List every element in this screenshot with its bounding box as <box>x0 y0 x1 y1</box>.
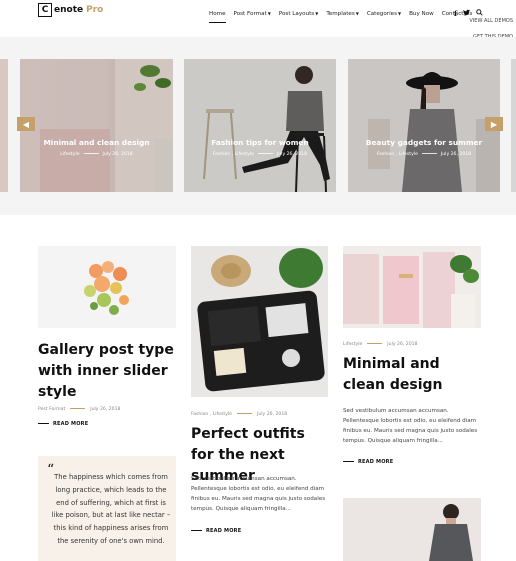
logo-mark: C <box>38 3 52 17</box>
read-more-link[interactable]: READ MORE <box>38 421 88 427</box>
slide-partial-left[interactable] <box>0 59 8 192</box>
read-more-link[interactable]: READ MORE <box>343 459 393 465</box>
slide-title[interactable]: Fashion tips for women <box>184 138 336 147</box>
logo-name: enote <box>54 5 84 15</box>
nav-post-format[interactable]: Post Format▼ <box>234 11 271 17</box>
logo-pro: Pro <box>86 5 104 15</box>
view-all-demos-link[interactable]: VIEW ALL DEMOS <box>466 16 516 26</box>
chevron-down-icon: ▼ <box>355 11 359 16</box>
slide-title[interactable]: Minimal and clean design <box>20 138 173 147</box>
nav-buy-now[interactable]: Buy Now <box>409 11 434 17</box>
post-thumbnail[interactable] <box>191 246 328 397</box>
chevron-down-icon: ▼ <box>267 11 271 16</box>
post-excerpt: Sed vestibulum accumsan accumsan. Pellen… <box>191 476 326 512</box>
post-meta: Lifestyle July 26, 2018 <box>343 342 418 347</box>
slide-meta: Lifestyle July 26, 2018 <box>60 152 133 157</box>
read-more-link[interactable]: READ MORE <box>191 528 241 534</box>
chevron-down-icon: ▼ <box>315 11 319 16</box>
post-title[interactable]: Minimal and clean design <box>343 354 483 396</box>
post-meta: Fashion , Lifestyle July 26, 2018 <box>191 412 288 417</box>
arrow-right-icon[interactable]: ▶ <box>485 117 503 131</box>
slide-card[interactable]: Minimal and clean design Lifestyle July 2… <box>20 59 173 192</box>
notebook-image <box>343 246 481 328</box>
citrus-image <box>38 246 176 328</box>
suitcase-image <box>191 246 328 397</box>
nav-home[interactable]: Home <box>209 11 226 23</box>
woman-image <box>343 498 481 561</box>
slide-overlay <box>20 59 173 192</box>
nav-categories[interactable]: Categories▼ <box>367 11 401 17</box>
site-logo[interactable]: C enote Pro <box>38 3 103 17</box>
slide-overlay <box>348 59 500 192</box>
chevron-down-icon: ▼ <box>397 11 402 16</box>
nav-post-layouts[interactable]: Post Layouts▼ <box>279 11 319 17</box>
post-excerpt: Sed vestibulum accumsan accumsan. Pellen… <box>343 408 478 444</box>
slide-overlay <box>184 59 336 192</box>
facebook-icon[interactable]: f <box>454 9 457 18</box>
slide-card[interactable]: Fashion tips for women Fashion , Lifesty… <box>184 59 336 192</box>
slide-card[interactable]: Beauty gadgets for summer Fashion , Life… <box>348 59 500 192</box>
slide-partial-right[interactable] <box>511 59 516 192</box>
featured-slider: Minimal and clean design Lifestyle July 2… <box>0 37 516 215</box>
slide-meta: Fashion , Lifestyle July 26, 2018 <box>212 152 308 157</box>
slide-meta: Fashion , Lifestyle July 26, 2018 <box>376 152 472 157</box>
post-title[interactable]: Gallery post type with inner slider styl… <box>38 340 178 403</box>
quote-text: The happiness which comes from long prac… <box>51 473 171 545</box>
arrow-left-icon[interactable]: ◀ <box>17 117 35 131</box>
post-thumbnail[interactable] <box>38 246 176 328</box>
post-thumbnail[interactable] <box>343 498 481 561</box>
post-thumbnail[interactable] <box>343 246 481 328</box>
quote-post: “ The happiness which comes from long pr… <box>38 456 176 561</box>
site-header: C enote Pro Home Post Format▼ Post Layou… <box>0 0 516 42</box>
slide-title[interactable]: Beauty gadgets for summer <box>348 138 500 147</box>
nav-templates[interactable]: Templates▼ <box>326 11 359 17</box>
post-meta: Post Format July 26, 2018 <box>38 407 121 412</box>
main-nav: Home Post Format▼ Post Layouts▼ Template… <box>209 11 480 23</box>
